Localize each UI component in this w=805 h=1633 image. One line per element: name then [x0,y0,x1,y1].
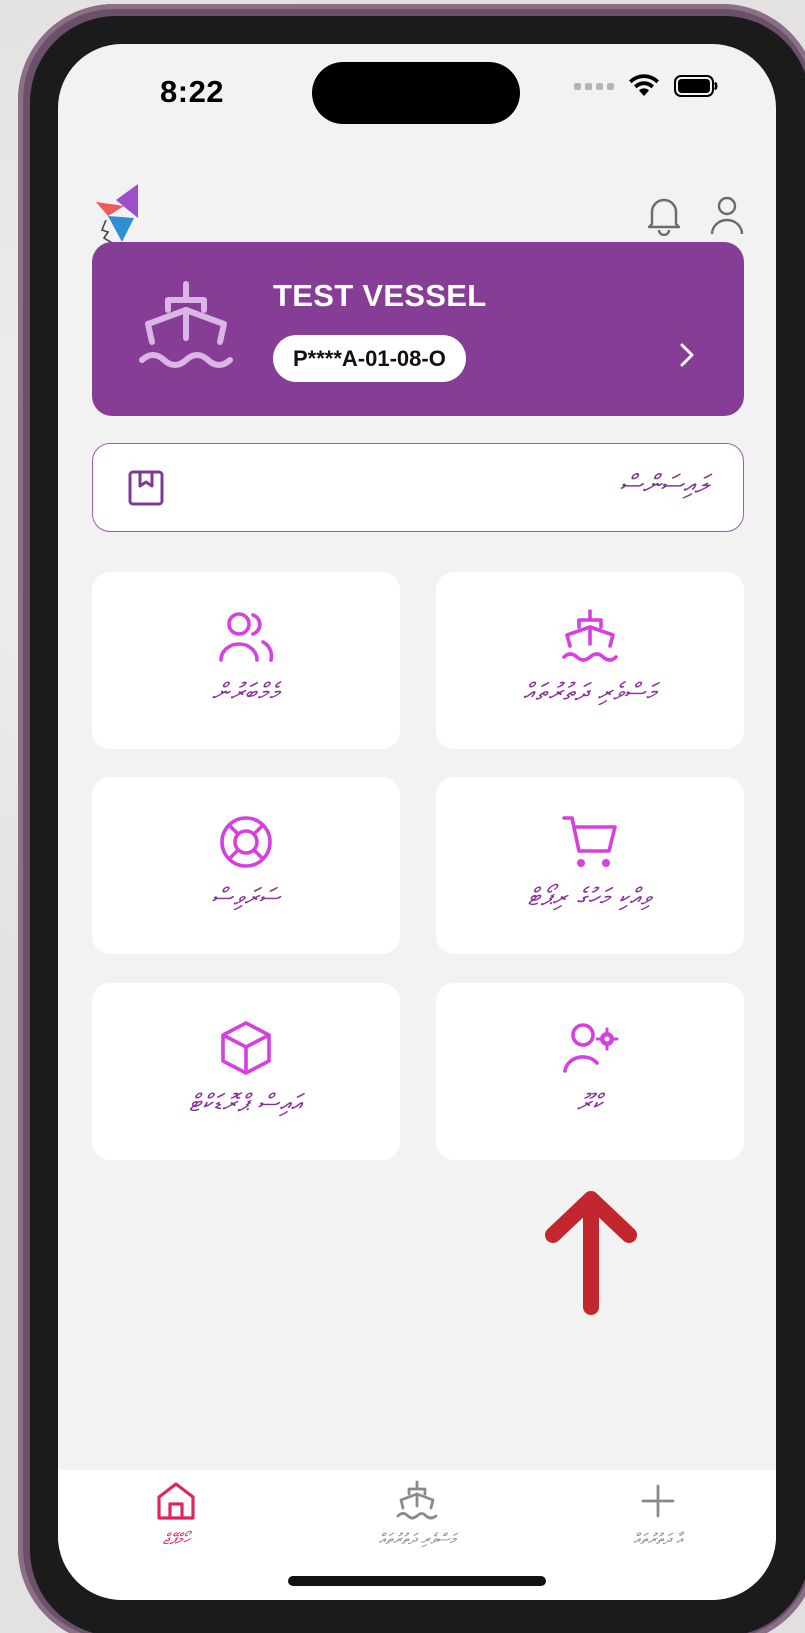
license-bar[interactable]: ލައިސަންސް [92,443,744,532]
nav-label: މަސްވެރި ދަތުރުތައް [378,1530,456,1548]
bottom-nav: ހޯމްޕޭޖް މަސްވެރި ދަތުރުތައް އާ ދަތުރުތަ… [58,1470,776,1600]
home-icon [157,1482,195,1520]
app-screen: 8:22 TEST VESSEL P****A-01-08-O ލައިސަން… [58,44,776,1600]
ship-icon [562,609,618,662]
chevron-right-icon[interactable] [676,342,698,368]
tile-fish-sales-report[interactable]: ވިއްކި މަހުގެ ރިޕޯޓް [436,777,744,954]
user-settings-icon [563,1023,619,1073]
tile-service[interactable]: ސަރަވިސް [92,777,400,954]
plus-icon [641,1484,675,1518]
nav-label: އާ ދަތުރުތައް [633,1530,683,1548]
lifebuoy-icon [220,816,272,868]
tile-label: ސަރަވިސް [211,883,281,911]
license-label: ލައިސަންސް [619,470,709,500]
annotation-arrow-icon [545,1191,637,1315]
bell-icon[interactable] [644,194,684,236]
nav-home[interactable]: ހޯމްޕޭޖް [76,1480,276,1548]
tile-members[interactable]: މެމްބަރުން [92,572,400,749]
vessel-registration-badge: P****A-01-08-O [273,335,466,382]
home-indicator[interactable] [288,1576,546,1586]
tile-label: މަސްވެރި ދަތުރުތައް [523,678,657,706]
tile-fishing-trips[interactable]: މަސްވެރި ދަތުރުތައް [436,572,744,749]
cellular-signal-icon [574,82,614,90]
nav-new-trip[interactable]: އާ ދަތުރުތައް [558,1480,758,1548]
vessel-name: TEST VESSEL [273,278,487,313]
tile-label: މެމްބަރުން [211,678,281,706]
tile-ice-product[interactable]: އައިސް ޕްރޮޑަކްޓް [92,983,400,1160]
status-time: 8:22 [160,74,225,109]
tile-crew[interactable]: ކްރޫ [436,983,744,1160]
box-icon [221,1021,271,1075]
app-logo[interactable] [94,184,142,248]
users-icon [219,612,274,662]
tile-label: އައިސް ޕްރޮޑަކްޓް [188,1089,304,1117]
ship-icon [139,281,233,368]
ship-icon [396,1480,438,1520]
wifi-icon [629,74,659,96]
app-header [58,144,776,254]
status-bar: 8:22 [58,44,776,154]
nav-label: ހޯމްޕޭޖް [162,1530,190,1548]
tile-label: ކްރޫ [576,1089,604,1117]
cart-icon [562,816,617,867]
status-icons [574,74,718,98]
vessel-card[interactable]: TEST VESSEL P****A-01-08-O [92,242,744,416]
battery-icon [674,75,718,97]
user-profile-icon[interactable] [708,194,746,236]
dynamic-island [312,62,520,124]
nav-fishing-trips[interactable]: މަސްވެރި ދަތުރުތައް [317,1480,517,1548]
tile-label: ވިއްކި މަހުގެ ރިޕޯޓް [527,883,653,911]
bookmark-document-icon [128,470,164,506]
